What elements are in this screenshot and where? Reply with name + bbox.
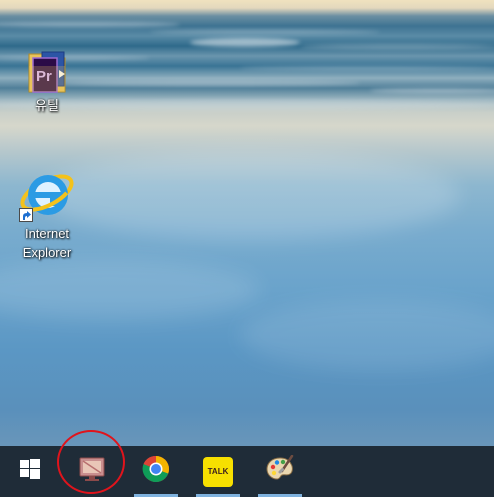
annotation-circle xyxy=(57,430,125,494)
windows-start-icon xyxy=(20,459,40,484)
desktop-icon-internet-explorer[interactable]: Internet Explorer xyxy=(10,166,84,262)
taskbar-app-chrome[interactable] xyxy=(131,446,181,497)
shortcut-arrow-icon xyxy=(19,208,33,222)
chrome-icon xyxy=(142,455,170,488)
paint-palette-icon xyxy=(265,454,295,488)
start-button[interactable] xyxy=(5,446,55,497)
desktop-icon-util[interactable]: Pr 유틸 xyxy=(10,46,84,115)
premiere-folder-icon: Pr xyxy=(25,46,69,96)
internet-explorer-icon xyxy=(19,166,75,224)
kakaotalk-badge-text: TALK xyxy=(207,467,229,476)
kakaotalk-icon: TALK xyxy=(203,456,233,487)
taskbar-app-paint[interactable] xyxy=(255,446,305,497)
desktop-wallpaper: Pr 유틸 Internet Explorer xyxy=(0,0,494,446)
taskbar-app-kakaotalk[interactable]: TALK xyxy=(193,446,243,497)
desktop-icon-label: Internet Explorer xyxy=(22,226,72,260)
desktop-icon-label: 유틸 xyxy=(35,98,59,113)
